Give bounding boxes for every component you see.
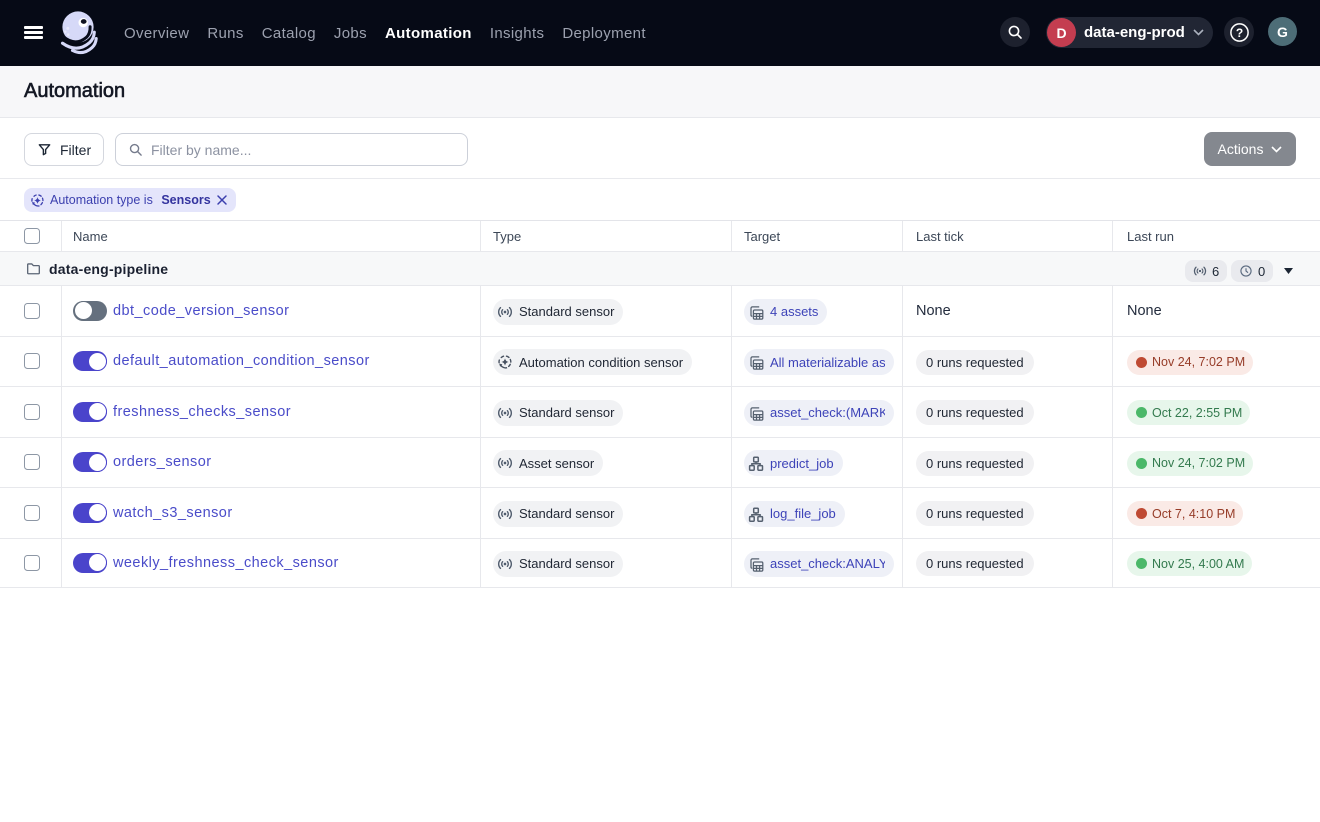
- svg-text:?: ?: [1235, 25, 1242, 39]
